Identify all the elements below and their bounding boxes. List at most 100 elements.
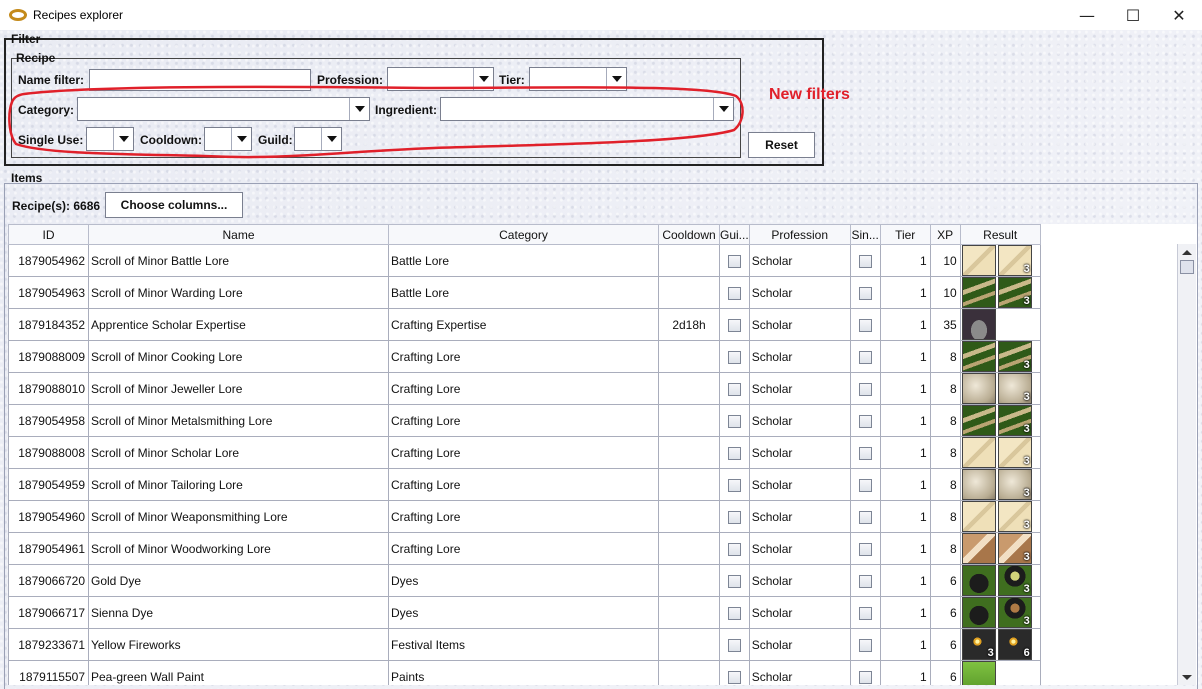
scroll-green-icon[interactable]: 3 bbox=[997, 277, 1032, 308]
single-use-checkbox[interactable] bbox=[858, 478, 872, 492]
column-header-xp[interactable]: XP bbox=[929, 224, 961, 245]
close-button[interactable]: ✕ bbox=[1156, 0, 1202, 30]
guild-checkbox[interactable] bbox=[727, 318, 741, 332]
column-header-guild[interactable]: Gui... bbox=[719, 224, 750, 245]
guild-checkbox[interactable] bbox=[727, 574, 741, 588]
single-use-checkbox[interactable] bbox=[858, 382, 872, 396]
guild-checkbox[interactable] bbox=[727, 670, 741, 684]
stone-scroll-icon[interactable]: 3 bbox=[997, 373, 1032, 404]
table-row[interactable]: 1879054958 Scroll of Minor Metalsmithing … bbox=[8, 404, 1181, 437]
table-row[interactable]: 1879088008 Scroll of Minor Scholar Lore Cr… bbox=[8, 436, 1181, 469]
single-use-checkbox[interactable] bbox=[858, 574, 872, 588]
table-row[interactable]: 1879054960 Scroll of Minor Weaponsmithing… bbox=[8, 500, 1181, 533]
column-header-tier[interactable]: Tier bbox=[879, 224, 931, 245]
table-row[interactable]: 1879088010 Scroll of Minor Jeweller Lore C… bbox=[8, 372, 1181, 405]
column-header-single-use[interactable]: Sin... bbox=[849, 224, 881, 245]
table-row[interactable]: 1879184352 Apprentice Scholar Expertise Cr… bbox=[8, 308, 1181, 341]
table-row[interactable]: 1879054961 Scroll of Minor Woodworking Lo… bbox=[8, 532, 1181, 565]
guild-checkbox[interactable] bbox=[727, 414, 741, 428]
single-use-checkbox[interactable] bbox=[858, 286, 872, 300]
chevron-down-icon[interactable] bbox=[231, 128, 251, 150]
table-row[interactable]: 1879115507 Pea-green Wall Paint Paints Scho… bbox=[8, 660, 1181, 685]
firework-icon[interactable]: 6 bbox=[997, 629, 1032, 660]
book-icon[interactable] bbox=[961, 533, 996, 564]
stone-scroll-icon[interactable] bbox=[961, 469, 996, 500]
chevron-down-icon[interactable] bbox=[606, 68, 626, 90]
scroll-green-icon[interactable]: 3 bbox=[997, 405, 1032, 436]
parchment-icon[interactable]: 3 bbox=[997, 501, 1032, 532]
single-use-checkbox[interactable] bbox=[858, 254, 872, 268]
table-row[interactable]: 1879066720 Gold Dye Dyes Scholar 1 6 3 bbox=[8, 564, 1181, 597]
dye-pot-icon[interactable] bbox=[961, 565, 996, 596]
scroll-green-icon[interactable] bbox=[961, 277, 996, 308]
name-filter-input[interactable] bbox=[89, 69, 311, 91]
parchment-icon[interactable]: 3 bbox=[997, 437, 1032, 468]
table-row[interactable]: 1879054959 Scroll of Minor Tailoring Lore… bbox=[8, 468, 1181, 501]
column-header-cooldown[interactable]: Cooldown bbox=[658, 224, 720, 245]
profession-select[interactable] bbox=[387, 67, 494, 91]
table-row[interactable]: 1879066717 Sienna Dye Dyes Scholar 1 6 3 bbox=[8, 596, 1181, 629]
single-use-checkbox[interactable] bbox=[858, 670, 872, 684]
scroll-green-icon[interactable] bbox=[961, 341, 996, 372]
guild-checkbox[interactable] bbox=[727, 286, 741, 300]
guild-checkbox[interactable] bbox=[727, 542, 741, 556]
column-header-category[interactable]: Category bbox=[388, 224, 659, 245]
chevron-down-icon[interactable] bbox=[113, 128, 133, 150]
book-icon[interactable]: 3 bbox=[997, 533, 1032, 564]
scroll-green-icon[interactable]: 3 bbox=[997, 341, 1032, 372]
guild-checkbox[interactable] bbox=[727, 606, 741, 620]
column-header-profession[interactable]: Profession bbox=[748, 224, 851, 245]
minimize-button[interactable]: — bbox=[1064, 0, 1110, 30]
column-header-result[interactable]: Result bbox=[959, 224, 1041, 245]
guild-checkbox[interactable] bbox=[727, 478, 741, 492]
chevron-down-icon[interactable] bbox=[349, 98, 369, 120]
single-use-checkbox[interactable] bbox=[858, 542, 872, 556]
single-use-checkbox[interactable] bbox=[858, 446, 872, 460]
table-scrollbar[interactable] bbox=[1177, 244, 1196, 685]
scroll-green-icon[interactable] bbox=[961, 405, 996, 436]
stone-scroll-icon[interactable] bbox=[961, 373, 996, 404]
choose-columns-button[interactable]: Choose columns... bbox=[105, 192, 243, 218]
chevron-down-icon[interactable] bbox=[473, 68, 493, 90]
guild-select[interactable] bbox=[294, 127, 342, 151]
scroll-up-icon[interactable] bbox=[1178, 244, 1196, 260]
dye-pot-gold-icon[interactable]: 3 bbox=[997, 565, 1032, 596]
stone-scroll-icon[interactable]: 3 bbox=[997, 469, 1032, 500]
reset-button[interactable]: Reset bbox=[748, 132, 815, 158]
column-header-name[interactable]: Name bbox=[88, 224, 389, 245]
guild-checkbox[interactable] bbox=[727, 350, 741, 364]
scroll-thumb[interactable] bbox=[1180, 260, 1194, 274]
single-use-checkbox[interactable] bbox=[858, 638, 872, 652]
ingredient-select[interactable] bbox=[440, 97, 734, 121]
firework-icon[interactable]: 3 bbox=[961, 629, 996, 660]
cooldown-select[interactable] bbox=[204, 127, 252, 151]
parchment-icon[interactable]: 3 bbox=[997, 245, 1032, 276]
guild-checkbox[interactable] bbox=[727, 638, 741, 652]
dye-pot-icon[interactable] bbox=[961, 597, 996, 628]
dust-pile-icon[interactable] bbox=[961, 309, 996, 340]
paint-green-icon[interactable] bbox=[961, 661, 996, 685]
single-use-checkbox[interactable] bbox=[858, 318, 872, 332]
single-use-checkbox[interactable] bbox=[858, 510, 872, 524]
chevron-down-icon[interactable] bbox=[321, 128, 341, 150]
tier-select[interactable] bbox=[529, 67, 627, 91]
guild-checkbox[interactable] bbox=[727, 254, 741, 268]
scroll-down-icon[interactable] bbox=[1178, 669, 1196, 685]
single-use-checkbox[interactable] bbox=[858, 414, 872, 428]
table-row[interactable]: 1879233671 Yellow Fireworks Festival Items… bbox=[8, 628, 1181, 661]
guild-checkbox[interactable] bbox=[727, 382, 741, 396]
guild-checkbox[interactable] bbox=[727, 510, 741, 524]
table-row[interactable]: 1879088009 Scroll of Minor Cooking Lore Cr… bbox=[8, 340, 1181, 373]
parchment-icon[interactable] bbox=[961, 245, 996, 276]
single-use-checkbox[interactable] bbox=[858, 606, 872, 620]
parchment-icon[interactable] bbox=[961, 501, 996, 532]
single-use-checkbox[interactable] bbox=[858, 350, 872, 364]
parchment-icon[interactable] bbox=[961, 437, 996, 468]
table-row[interactable]: 1879054962 Scroll of Minor Battle Lore Bat… bbox=[8, 244, 1181, 277]
maximize-button[interactable]: ☐ bbox=[1110, 0, 1156, 30]
chevron-down-icon[interactable] bbox=[713, 98, 733, 120]
category-select[interactable] bbox=[77, 97, 370, 121]
table-row[interactable]: 1879054963 Scroll of Minor Warding Lore Ba… bbox=[8, 276, 1181, 309]
guild-checkbox[interactable] bbox=[727, 446, 741, 460]
column-header-id[interactable]: ID bbox=[8, 224, 89, 245]
